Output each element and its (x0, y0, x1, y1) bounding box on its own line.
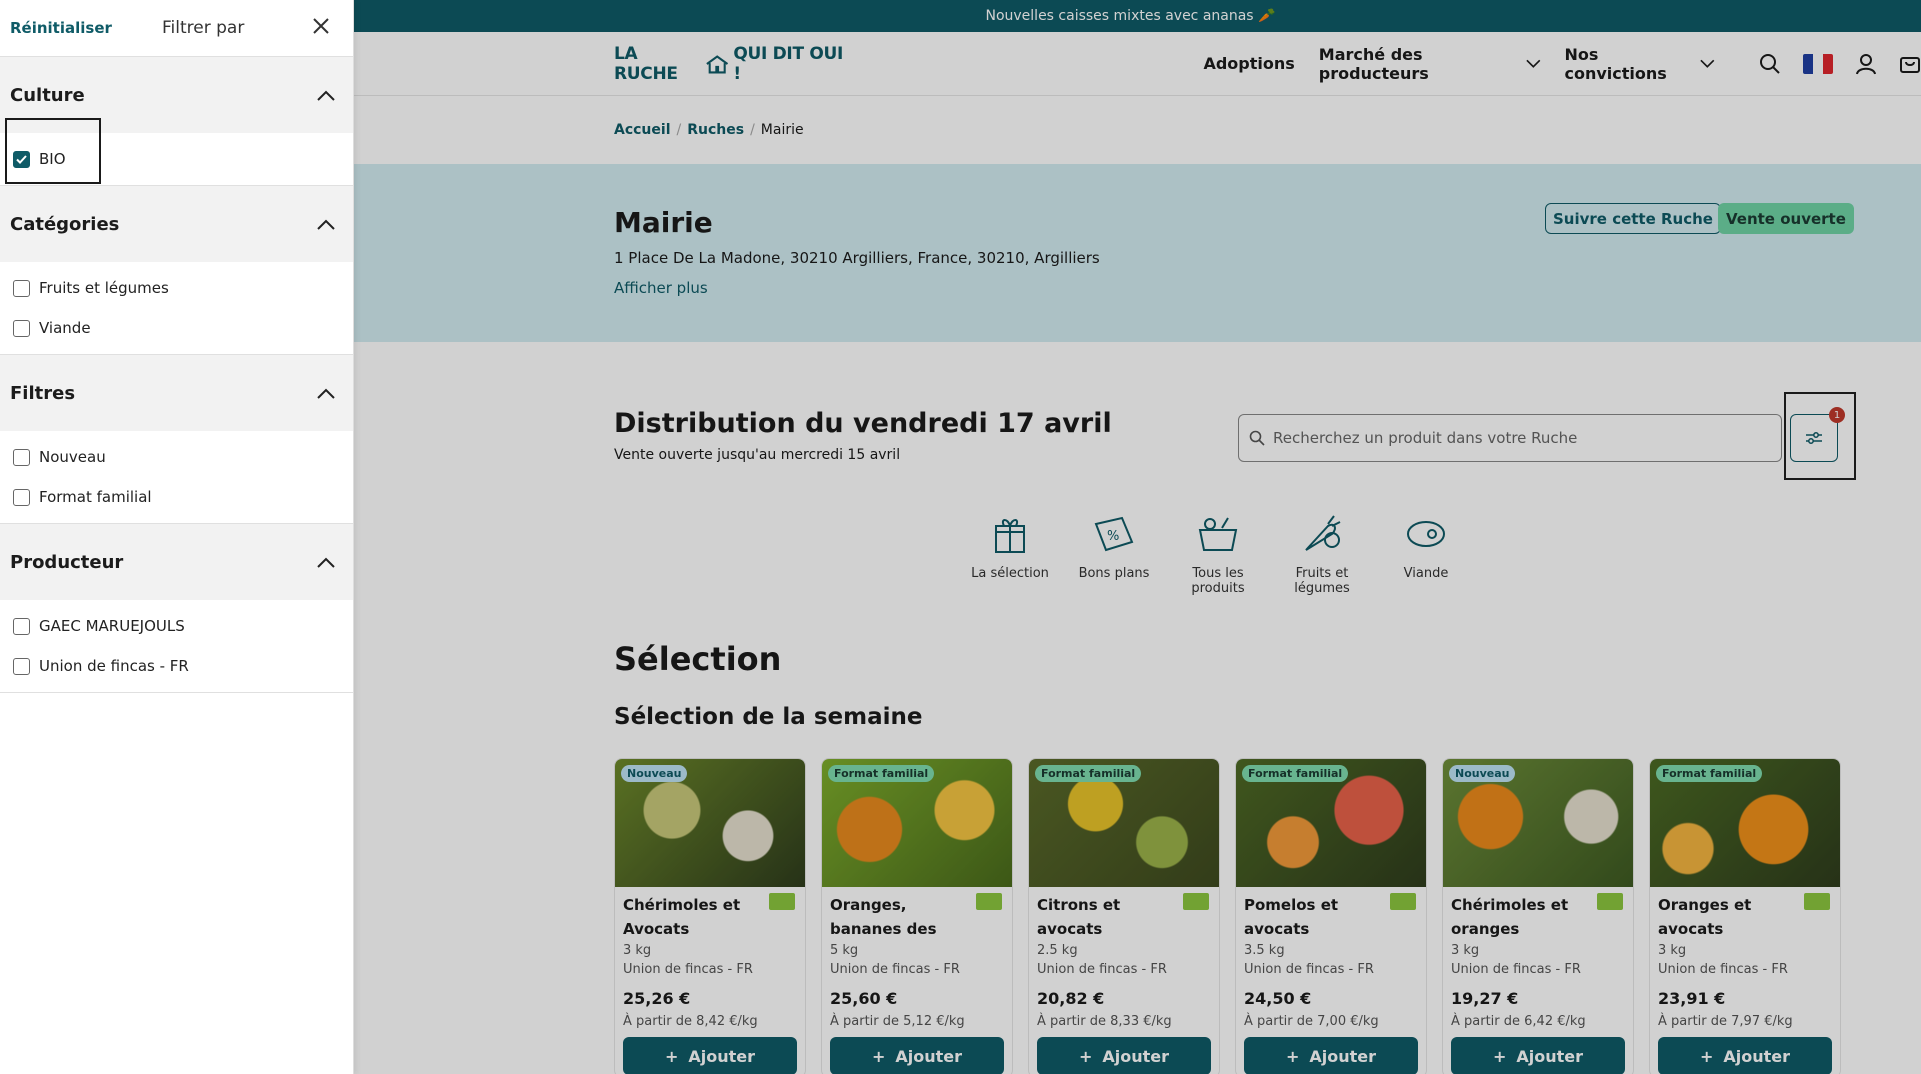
section-categories-header[interactable]: Catégories (0, 186, 353, 262)
checkbox[interactable] (13, 657, 30, 675)
checkbox[interactable] (13, 488, 30, 506)
filter-drawer: Réinitialiser Filtrer par Culture BIO Ca… (0, 0, 354, 1074)
option-label: GAEC MARUEJOULS (39, 617, 185, 635)
filter-option-nouveau[interactable]: Nouveau (0, 437, 353, 477)
chevron-up-icon (317, 90, 335, 101)
section-producteur-options: GAEC MARUEJOULS Union de fincas - FR (0, 600, 353, 693)
checkbox[interactable] (13, 279, 30, 297)
section-filtres-options: Nouveau Format familial (0, 431, 353, 524)
section-title: Producteur (10, 551, 124, 573)
section-title: Culture (10, 84, 85, 106)
focus-highlight (5, 118, 101, 184)
chevron-up-icon (317, 557, 335, 568)
section-title: Catégories (10, 213, 120, 235)
section-title: Filtres (10, 382, 76, 404)
checkbox[interactable] (13, 617, 30, 635)
section-producteur-header[interactable]: Producteur (0, 524, 353, 600)
option-label: Fruits et légumes (39, 279, 169, 297)
focus-highlight (1784, 392, 1856, 480)
filter-option-gaec-maruejouls[interactable]: GAEC MARUEJOULS (0, 606, 353, 646)
option-label: Viande (39, 319, 91, 337)
option-label: Format familial (39, 488, 152, 506)
option-label: Union de fincas - FR (39, 657, 189, 675)
chevron-up-icon (317, 219, 335, 230)
checkbox[interactable] (13, 448, 30, 466)
chevron-up-icon (317, 388, 335, 399)
option-label: Nouveau (39, 448, 106, 466)
filter-option-union-de-fincas[interactable]: Union de fincas - FR (0, 646, 353, 686)
filter-option-viande[interactable]: Viande (0, 308, 353, 348)
checkbox[interactable] (13, 319, 30, 337)
close-icon[interactable] (311, 16, 331, 36)
section-filtres-header[interactable]: Filtres (0, 355, 353, 431)
drawer-header: Réinitialiser Filtrer par (0, 0, 353, 57)
drawer-title: Filtrer par (162, 18, 245, 38)
section-categories-options: Fruits et légumes Viande (0, 262, 353, 355)
modal-backdrop[interactable] (354, 0, 1921, 1074)
reset-filters-button[interactable]: Réinitialiser (10, 19, 112, 37)
filter-option-fruits-legumes[interactable]: Fruits et légumes (0, 268, 353, 308)
filter-option-format-familial[interactable]: Format familial (0, 477, 353, 517)
